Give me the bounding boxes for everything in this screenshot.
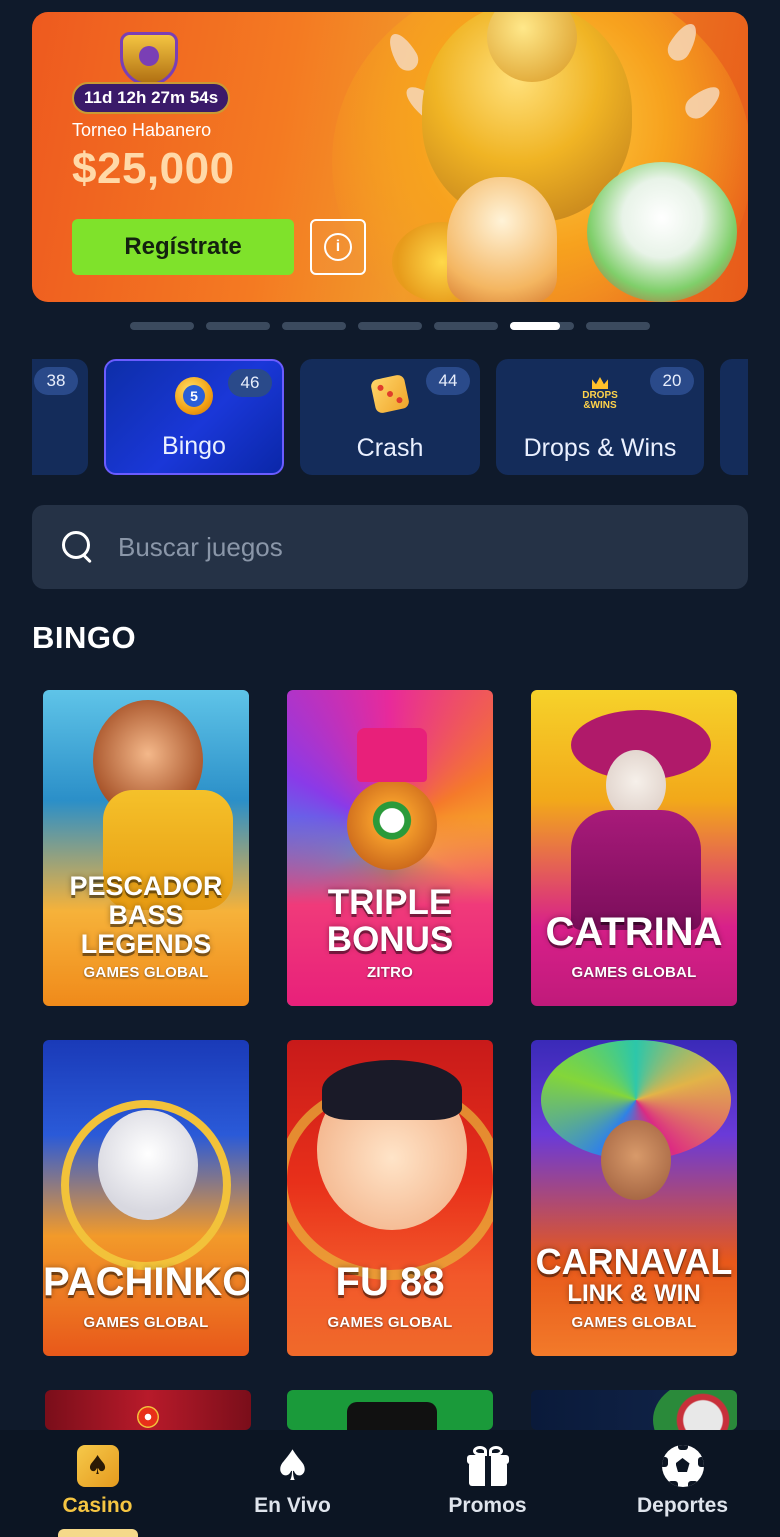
- game-provider: GAMES GLOBAL: [83, 1314, 209, 1331]
- dice-icon: [369, 373, 411, 415]
- game-tile-carnaval[interactable]: CARNAVAL LINK & WIN GAMES GLOBAL: [531, 1040, 737, 1356]
- tournament-timer: 11d 12h 27m 54s: [72, 82, 231, 114]
- pager-dot[interactable]: [434, 322, 498, 330]
- category-label: Crash: [356, 434, 424, 462]
- pager-dot[interactable]: [586, 322, 650, 330]
- top-hat-illustration: [347, 1402, 437, 1430]
- game-tile-pachinko[interactable]: PACHINKO GAMES GLOBAL: [43, 1040, 249, 1356]
- bingo-ball-icon: 5: [175, 377, 213, 415]
- pager-dot[interactable]: [130, 322, 194, 330]
- pager-dot[interactable]: [282, 322, 346, 330]
- lion-dance-illustration: [587, 162, 737, 302]
- lucky-cat-illustration: [98, 1110, 198, 1220]
- category-count: 46: [228, 369, 272, 397]
- game-provider: GAMES GLOBAL: [571, 964, 697, 981]
- game-title: CARNAVAL LINK & WIN: [535, 1241, 733, 1307]
- gift-icon: [466, 1446, 509, 1486]
- game-tile-pescador[interactable]: PESCADOR BASS LEGENDS GAMES GLOBAL: [43, 690, 249, 1006]
- nav-label: Promos: [448, 1494, 527, 1517]
- search-bar[interactable]: [32, 505, 748, 589]
- category-count: 44: [426, 367, 470, 395]
- search-icon: [60, 529, 96, 565]
- game-title: CATRINA: [545, 910, 723, 954]
- register-button[interactable]: Regístrate: [72, 219, 294, 275]
- game-title: PESCADOR BASS LEGENDS: [69, 871, 223, 959]
- section-title: BINGO: [32, 620, 137, 655]
- category-count: 38: [34, 367, 78, 395]
- game-tile-fu-88[interactable]: FU 88 GAMES GLOBAL: [287, 1040, 493, 1356]
- game-title: FU 88: [335, 1260, 445, 1304]
- game-provider: ZITRO: [367, 964, 413, 981]
- hair-illustration: [322, 1060, 462, 1120]
- nav-en-vivo[interactable]: ♠ En Vivo: [195, 1430, 390, 1537]
- promo-banner[interactable]: 11d 12h 27m 54s Torneo Habanero $25,000 …: [32, 12, 748, 302]
- drops-wins-icon: DROPS &WINS: [578, 371, 622, 415]
- pager-dot[interactable]: [206, 322, 270, 330]
- active-indicator: [57, 1529, 138, 1537]
- search-input[interactable]: [118, 531, 748, 563]
- game-provider: GAMES GLOBAL: [83, 964, 209, 981]
- tournament-name: Torneo Habanero: [72, 120, 212, 140]
- game-tile-triple-bonus[interactable]: TRIPLE BONUS ZITRO: [287, 690, 493, 1006]
- casino-icon: ♠: [76, 1445, 119, 1487]
- game-tile-partial[interactable]: [531, 1390, 737, 1430]
- game-title: PACHINKO: [43, 1260, 249, 1304]
- category-card-partial[interactable]: 38 s: [32, 359, 88, 475]
- game-provider: GAMES GLOBAL: [327, 1314, 453, 1331]
- category-count: 20: [650, 367, 694, 395]
- category-label: Bingo: [162, 432, 226, 460]
- category-card-partial-right[interactable]: [720, 359, 748, 475]
- prize-amount: $25,000: [72, 144, 235, 193]
- game-provider: GAMES GLOBAL: [571, 1314, 697, 1331]
- carousel-pager: [130, 322, 650, 330]
- nav-label: Casino: [62, 1494, 133, 1517]
- game-tile-partial[interactable]: [287, 1390, 493, 1430]
- game-title: TRIPLE BONUS: [326, 883, 454, 959]
- category-label: s: [32, 434, 88, 463]
- category-card-drops-wins[interactable]: 20 DROPS &WINS Drops & Wins: [496, 359, 704, 475]
- dancer-face-illustration: [601, 1120, 671, 1200]
- nav-label: Deportes: [636, 1494, 729, 1517]
- one-eyed-monster-illustration: [347, 780, 437, 870]
- bottom-navigation: ♠ Casino ♠ En Vivo Promos Deportes: [0, 1430, 780, 1537]
- gem-illustration: [137, 1406, 159, 1428]
- pager-dot-active[interactable]: [510, 322, 574, 330]
- top-hat-illustration: [357, 728, 427, 782]
- soccer-ball-icon: [661, 1445, 704, 1487]
- nav-label: En Vivo: [254, 1494, 331, 1517]
- category-card-crash[interactable]: 44 Crash: [300, 359, 480, 475]
- category-card-bingo[interactable]: 46 5 Bingo: [104, 359, 284, 475]
- lucky-cat-illustration: [447, 177, 557, 302]
- info-button[interactable]: i: [310, 219, 366, 275]
- category-label: Drops & Wins: [523, 434, 677, 462]
- spade-icon: ♠: [273, 1441, 312, 1490]
- category-carousel[interactable]: 38 s 46 5 Bingo 44 Crash 20 DROPS &WINS …: [32, 358, 748, 476]
- drops-wins-logo-text: DROPS &WINS: [582, 390, 618, 411]
- game-tile-catrina[interactable]: CATRINA GAMES GLOBAL: [531, 690, 737, 1006]
- nav-deportes[interactable]: Deportes: [585, 1430, 780, 1537]
- info-icon: i: [324, 233, 352, 261]
- nav-casino[interactable]: ♠ Casino: [0, 1430, 195, 1537]
- nav-promos[interactable]: Promos: [390, 1430, 585, 1537]
- sombrero-illustration: [653, 1390, 737, 1430]
- pager-dot[interactable]: [358, 322, 422, 330]
- game-tile-partial[interactable]: [45, 1390, 251, 1430]
- bingo-ball-number: 5: [183, 385, 205, 407]
